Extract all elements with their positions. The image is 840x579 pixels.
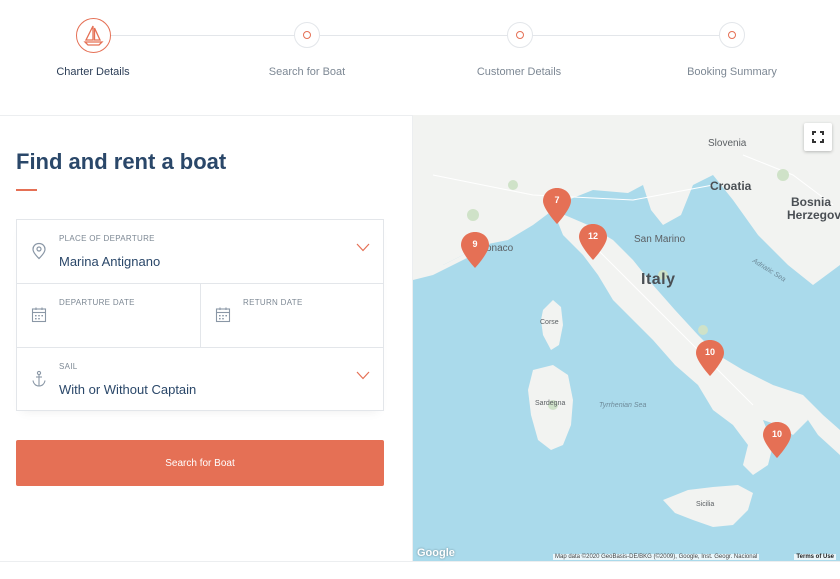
map-label-sicilia: Sicilia: [696, 501, 715, 508]
step-charter-details-indicator[interactable]: [76, 18, 111, 53]
page-title: Find and rent a boat: [16, 149, 227, 174]
chevron-down-icon: [356, 243, 370, 252]
step-label-charter-details[interactable]: Charter Details: [56, 66, 129, 78]
map-marker-count: 7: [554, 195, 560, 205]
map-label-herzegovina: Herzegov: [787, 208, 840, 222]
step-customer-details-indicator[interactable]: [507, 22, 533, 48]
step-label-customer-details[interactable]: Customer Details: [477, 66, 561, 78]
map-marker-icon: [543, 188, 571, 224]
map-marker-icon: [696, 340, 724, 376]
map-marker-cluster[interactable]: 12: [578, 223, 608, 261]
step-connector: [111, 35, 295, 36]
calendar-icon: [215, 307, 231, 323]
step-connector: [320, 35, 507, 36]
map-marker-cluster[interactable]: 10: [762, 421, 792, 459]
map-label-sardegna: Sardegna: [535, 400, 566, 407]
map-marker-cluster[interactable]: 7: [542, 187, 572, 225]
map-label-slovenia: Slovenia: [708, 138, 747, 149]
map-label-corse: Corse: [540, 319, 559, 326]
map-marker-count: 10: [771, 429, 782, 439]
return-date-label: RETURN DATE: [243, 298, 303, 307]
search-form-card: PLACE OF DEPARTURE Marina Antignano DEPA…: [16, 219, 384, 411]
location-pin-icon: [32, 242, 46, 260]
step-connector: [532, 35, 719, 36]
search-for-boat-button[interactable]: Search for Boat: [16, 440, 384, 486]
map-marker-icon: [579, 224, 607, 260]
calendar-icon: [31, 307, 47, 323]
map-terms-link[interactable]: Terms of Use: [794, 554, 836, 560]
map-attribution: Map data ©2020 GeoBasis-DE/BKG (©2009), …: [553, 554, 760, 560]
map-view[interactable]: Slovenia Croatia Bosnia Herzegov San Mar…: [413, 115, 840, 561]
dates-row: DEPARTURE DATE RETURN DATE: [17, 284, 383, 348]
departure-date-label: DEPARTURE DATE: [59, 298, 135, 307]
map-label-bosnia: Bosnia: [791, 195, 832, 209]
departure-place-value: Marina Antignano: [59, 254, 161, 269]
departure-date-field[interactable]: DEPARTURE DATE: [17, 284, 200, 347]
map-label-san-marino: San Marino: [634, 234, 686, 245]
page-footer-divider: [0, 561, 840, 579]
step-label-search-boat[interactable]: Search for Boat: [269, 66, 345, 78]
map-label-monaco: onaco: [486, 243, 514, 254]
map-marker-icon: [763, 422, 791, 458]
step-booking-summary-indicator[interactable]: [719, 22, 745, 48]
map-marker-count: 10: [704, 347, 715, 357]
fullscreen-icon: [812, 131, 824, 143]
anchor-icon: [32, 370, 46, 387]
map-marker-count: 12: [587, 231, 598, 241]
map-fullscreen-button[interactable]: [804, 123, 832, 151]
search-panel: Find and rent a boat PLACE OF DEPARTURE …: [0, 115, 413, 561]
booking-stepper: Charter Details Search for Boat Customer…: [0, 0, 840, 115]
map-marker-cluster[interactable]: 10: [695, 339, 725, 377]
map-base-tiles: [413, 115, 840, 527]
sailboat-icon: [83, 25, 104, 46]
title-underline: [16, 189, 37, 191]
chevron-down-icon: [356, 371, 370, 380]
return-date-field[interactable]: RETURN DATE: [200, 284, 383, 347]
step-search-boat-indicator[interactable]: [294, 22, 320, 48]
map-label-italy: Italy: [641, 271, 676, 288]
google-logo: Google: [417, 547, 455, 559]
map-marker-icon: [461, 232, 489, 268]
departure-place-select[interactable]: PLACE OF DEPARTURE Marina Antignano: [17, 220, 383, 284]
map-label-tyrrhenian-sea: Tyrrhenian Sea: [599, 402, 647, 409]
sail-label: SAIL: [59, 362, 78, 371]
sail-select[interactable]: SAIL With or Without Captain: [17, 348, 383, 412]
map-label-croatia: Croatia: [710, 179, 752, 193]
step-label-booking-summary[interactable]: Booking Summary: [687, 66, 777, 78]
map-marker-cluster[interactable]: 9: [460, 231, 490, 269]
departure-place-label: PLACE OF DEPARTURE: [59, 234, 155, 243]
map-marker-count: 9: [472, 239, 478, 249]
sail-value: With or Without Captain: [59, 382, 197, 397]
